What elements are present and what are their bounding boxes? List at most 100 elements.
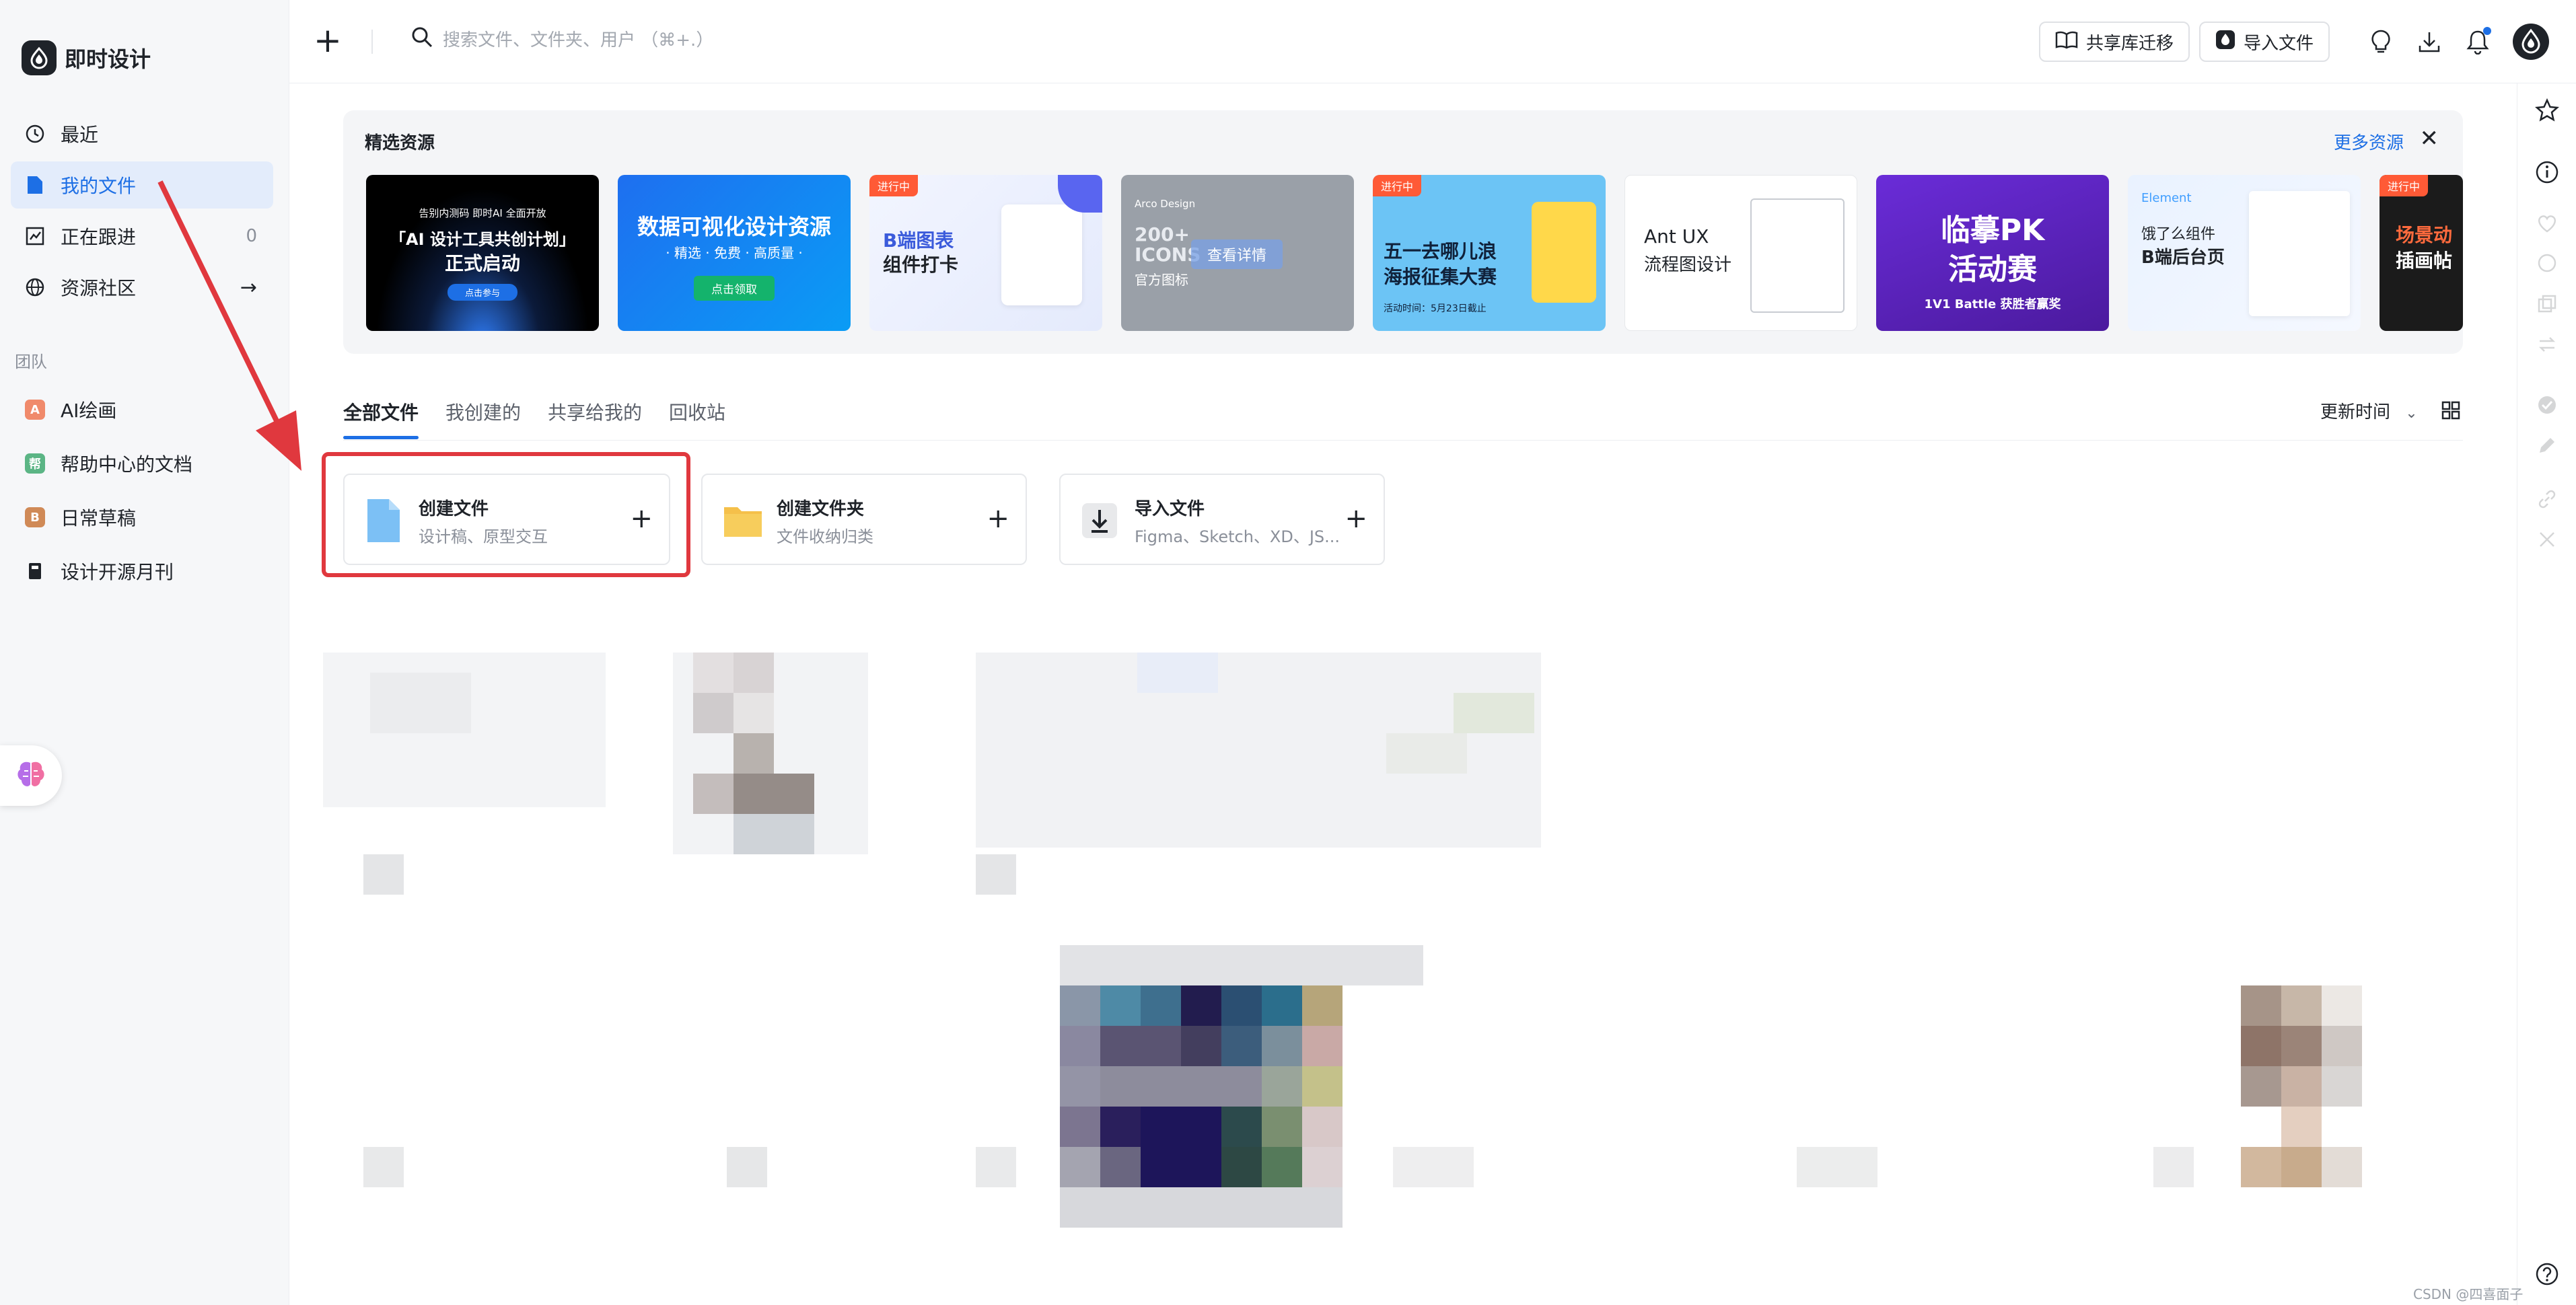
tab-shared-with-me[interactable]: 共享给我的 — [548, 398, 642, 425]
sidebar-item-community[interactable]: 资源社区 → — [11, 264, 273, 311]
pixel-block — [1060, 985, 1100, 1026]
sidebar-item-my-files[interactable]: 我的文件 — [11, 161, 273, 209]
pixel-block — [1221, 1107, 1262, 1147]
ai-assistant-button[interactable] — [0, 745, 62, 806]
pixel-block — [2281, 985, 2322, 1026]
flowchart-preview — [1750, 198, 1845, 313]
resource-card-ant-ux[interactable]: Ant UX 流程图设计 — [1624, 175, 1857, 331]
resource-card-scene[interactable]: 进行中 场景动 插画帖 — [2380, 175, 2463, 331]
new-plus-button[interactable]: + — [314, 22, 342, 59]
more-resources-link[interactable]: 更多资源 — [2334, 129, 2404, 154]
link-icon — [2532, 484, 2562, 514]
view-details-button[interactable]: 查看详情 — [1191, 239, 1283, 269]
card-line: 插画帖 — [2396, 250, 2453, 272]
search-bar[interactable]: 搜索文件、文件夹、用户 （⌘+.） — [410, 26, 713, 51]
user-avatar[interactable] — [2511, 22, 2550, 61]
team-item-daily-drafts[interactable]: B 日常草稿 — [11, 494, 273, 541]
ongoing-tag: 进行中 — [1373, 175, 1422, 196]
close-icon — [2532, 525, 2562, 554]
pixel-block — [1137, 652, 1218, 693]
sort-dropdown[interactable]: 更新时间 ⌄ — [2320, 398, 2418, 423]
tab-created-by-me[interactable]: 我创建的 — [445, 398, 521, 425]
grid-view-icon[interactable] — [2441, 401, 2460, 422]
team-item-ai-drawing[interactable]: A AI绘画 — [11, 386, 273, 433]
file-icon — [23, 173, 47, 197]
import-file-title: 导入文件 — [1135, 499, 1205, 519]
info-icon[interactable] — [2532, 157, 2562, 187]
pixel-block — [734, 814, 814, 854]
help-icon[interactable] — [2532, 1259, 2562, 1289]
pixel-block — [1060, 1026, 1100, 1066]
pixel-block — [2322, 1147, 2362, 1187]
pixel-block — [734, 733, 774, 774]
import-file-button[interactable]: 导入文件 — [2199, 22, 2330, 62]
pixel-block — [1100, 1026, 1181, 1066]
notification-dot — [2483, 27, 2491, 35]
import-file-card[interactable]: 导入文件 Figma、Sketch、XD、JS... + — [1059, 474, 1385, 565]
chevron-down-icon: ⌄ — [2405, 405, 2418, 422]
ongoing-tag: 进行中 — [869, 175, 919, 196]
team-section-title: 团队 — [15, 352, 47, 371]
app-name: 即时设计 — [65, 46, 151, 72]
top-bar: + 搜索文件、文件夹、用户 （⌘+.） 共享库迁移 导入文件 — [289, 0, 2576, 83]
pixel-block — [1262, 1026, 1302, 1066]
pixel-block — [2322, 1026, 2362, 1066]
poster-illustration — [1532, 202, 1596, 303]
team-badge-icon: B — [23, 505, 47, 529]
resource-card-dataviz[interactable]: 数据可视化设计资源 · 精选 · 免费 · 高质量 · 点击领取 — [618, 175, 851, 331]
pixel-block — [1221, 1147, 1262, 1187]
card-line: 活动赛 — [1948, 252, 2037, 287]
card-cta: 点击领取 — [694, 276, 775, 301]
pixel-block — [1262, 1066, 1302, 1107]
pixel-block — [976, 1147, 1016, 1187]
card-line: Ant UX — [1644, 225, 1709, 248]
pixel-block — [1262, 985, 1302, 1026]
resource-card-ai[interactable]: 告别内测码 即时AI 全面开放 「AI 设计工具共创计划」 正式启动 点击参与 — [366, 175, 599, 331]
pixel-block — [1060, 1066, 1100, 1107]
pixel-block — [1393, 1147, 1474, 1187]
comment-icon — [2532, 249, 2562, 278]
card-line: 五一去哪儿浪 — [1384, 240, 1497, 262]
resource-card-pk[interactable]: 临摹PK 活动赛 1V1 Battle 获胜者赢奖 — [1876, 175, 2109, 331]
search-input[interactable]: 搜索文件、文件夹、用户 （⌘+.） — [443, 26, 713, 51]
migrate-library-button[interactable]: 共享库迁移 — [2039, 22, 2190, 62]
pixel-block — [1262, 1147, 1302, 1187]
create-folder-card[interactable]: 创建文件夹 文件收纳归类 + — [701, 474, 1027, 565]
pixel-block — [1141, 1107, 1221, 1187]
lightbulb-icon[interactable] — [2366, 27, 2396, 57]
brand[interactable]: 即时设计 — [22, 40, 151, 75]
team-item-help-docs[interactable]: 帮 帮助中心的文档 — [11, 440, 273, 487]
download-icon[interactable] — [2414, 27, 2444, 57]
sidebar-item-following[interactable]: 正在跟进 0 — [11, 213, 273, 260]
close-icon[interactable]: ✕ — [2420, 125, 2439, 152]
resources-title: 精选资源 — [365, 133, 435, 153]
resource-card-poster[interactable]: 进行中 五一去哪儿浪 海报征集大赛 活动时间：5月23日截止 — [1373, 175, 1606, 331]
divider — [343, 440, 2463, 441]
sidebar-item-recent[interactable]: 最近 — [11, 110, 273, 157]
follow-icon — [23, 224, 47, 248]
pixel-block — [1797, 1147, 1877, 1187]
tab-all-files[interactable]: 全部文件 — [343, 398, 419, 425]
card-line: 饿了么组件 — [2141, 226, 2216, 243]
resource-card-arco[interactable]: Arco Design 200+ ICONS 官方图标 查看详情 — [1121, 175, 1354, 331]
ongoing-tag: 进行中 — [2380, 175, 2429, 196]
transfer-icon — [2532, 330, 2562, 359]
pixel-block — [734, 774, 814, 814]
pixel-block — [363, 854, 404, 895]
star-icon[interactable] — [2532, 96, 2562, 125]
import-file-subtitle: Figma、Sketch、XD、JS... — [1135, 527, 1340, 546]
import-label: 导入文件 — [2244, 33, 2314, 54]
pixel-block — [370, 673, 471, 733]
card-line: 活动时间：5月23日截止 — [1384, 303, 1487, 314]
import-logo-icon — [2215, 30, 2235, 54]
bell-icon[interactable] — [2463, 27, 2493, 57]
pixel-block — [1302, 985, 1343, 1026]
team-item-monthly[interactable]: 设计开源月刊 — [11, 548, 273, 595]
card-line: Arco Design — [1135, 198, 1196, 210]
resource-card-element[interactable]: Element 饿了么组件 B端后台页 — [2128, 175, 2361, 331]
tab-trash[interactable]: 回收站 — [669, 398, 725, 425]
resource-card-b-chart[interactable]: 进行中 B端图表 组件打卡 — [869, 175, 1102, 331]
pixel-block — [1221, 985, 1262, 1026]
card-line: 场景动 — [2396, 224, 2453, 246]
card-line: 临摹PK — [1940, 213, 2045, 248]
